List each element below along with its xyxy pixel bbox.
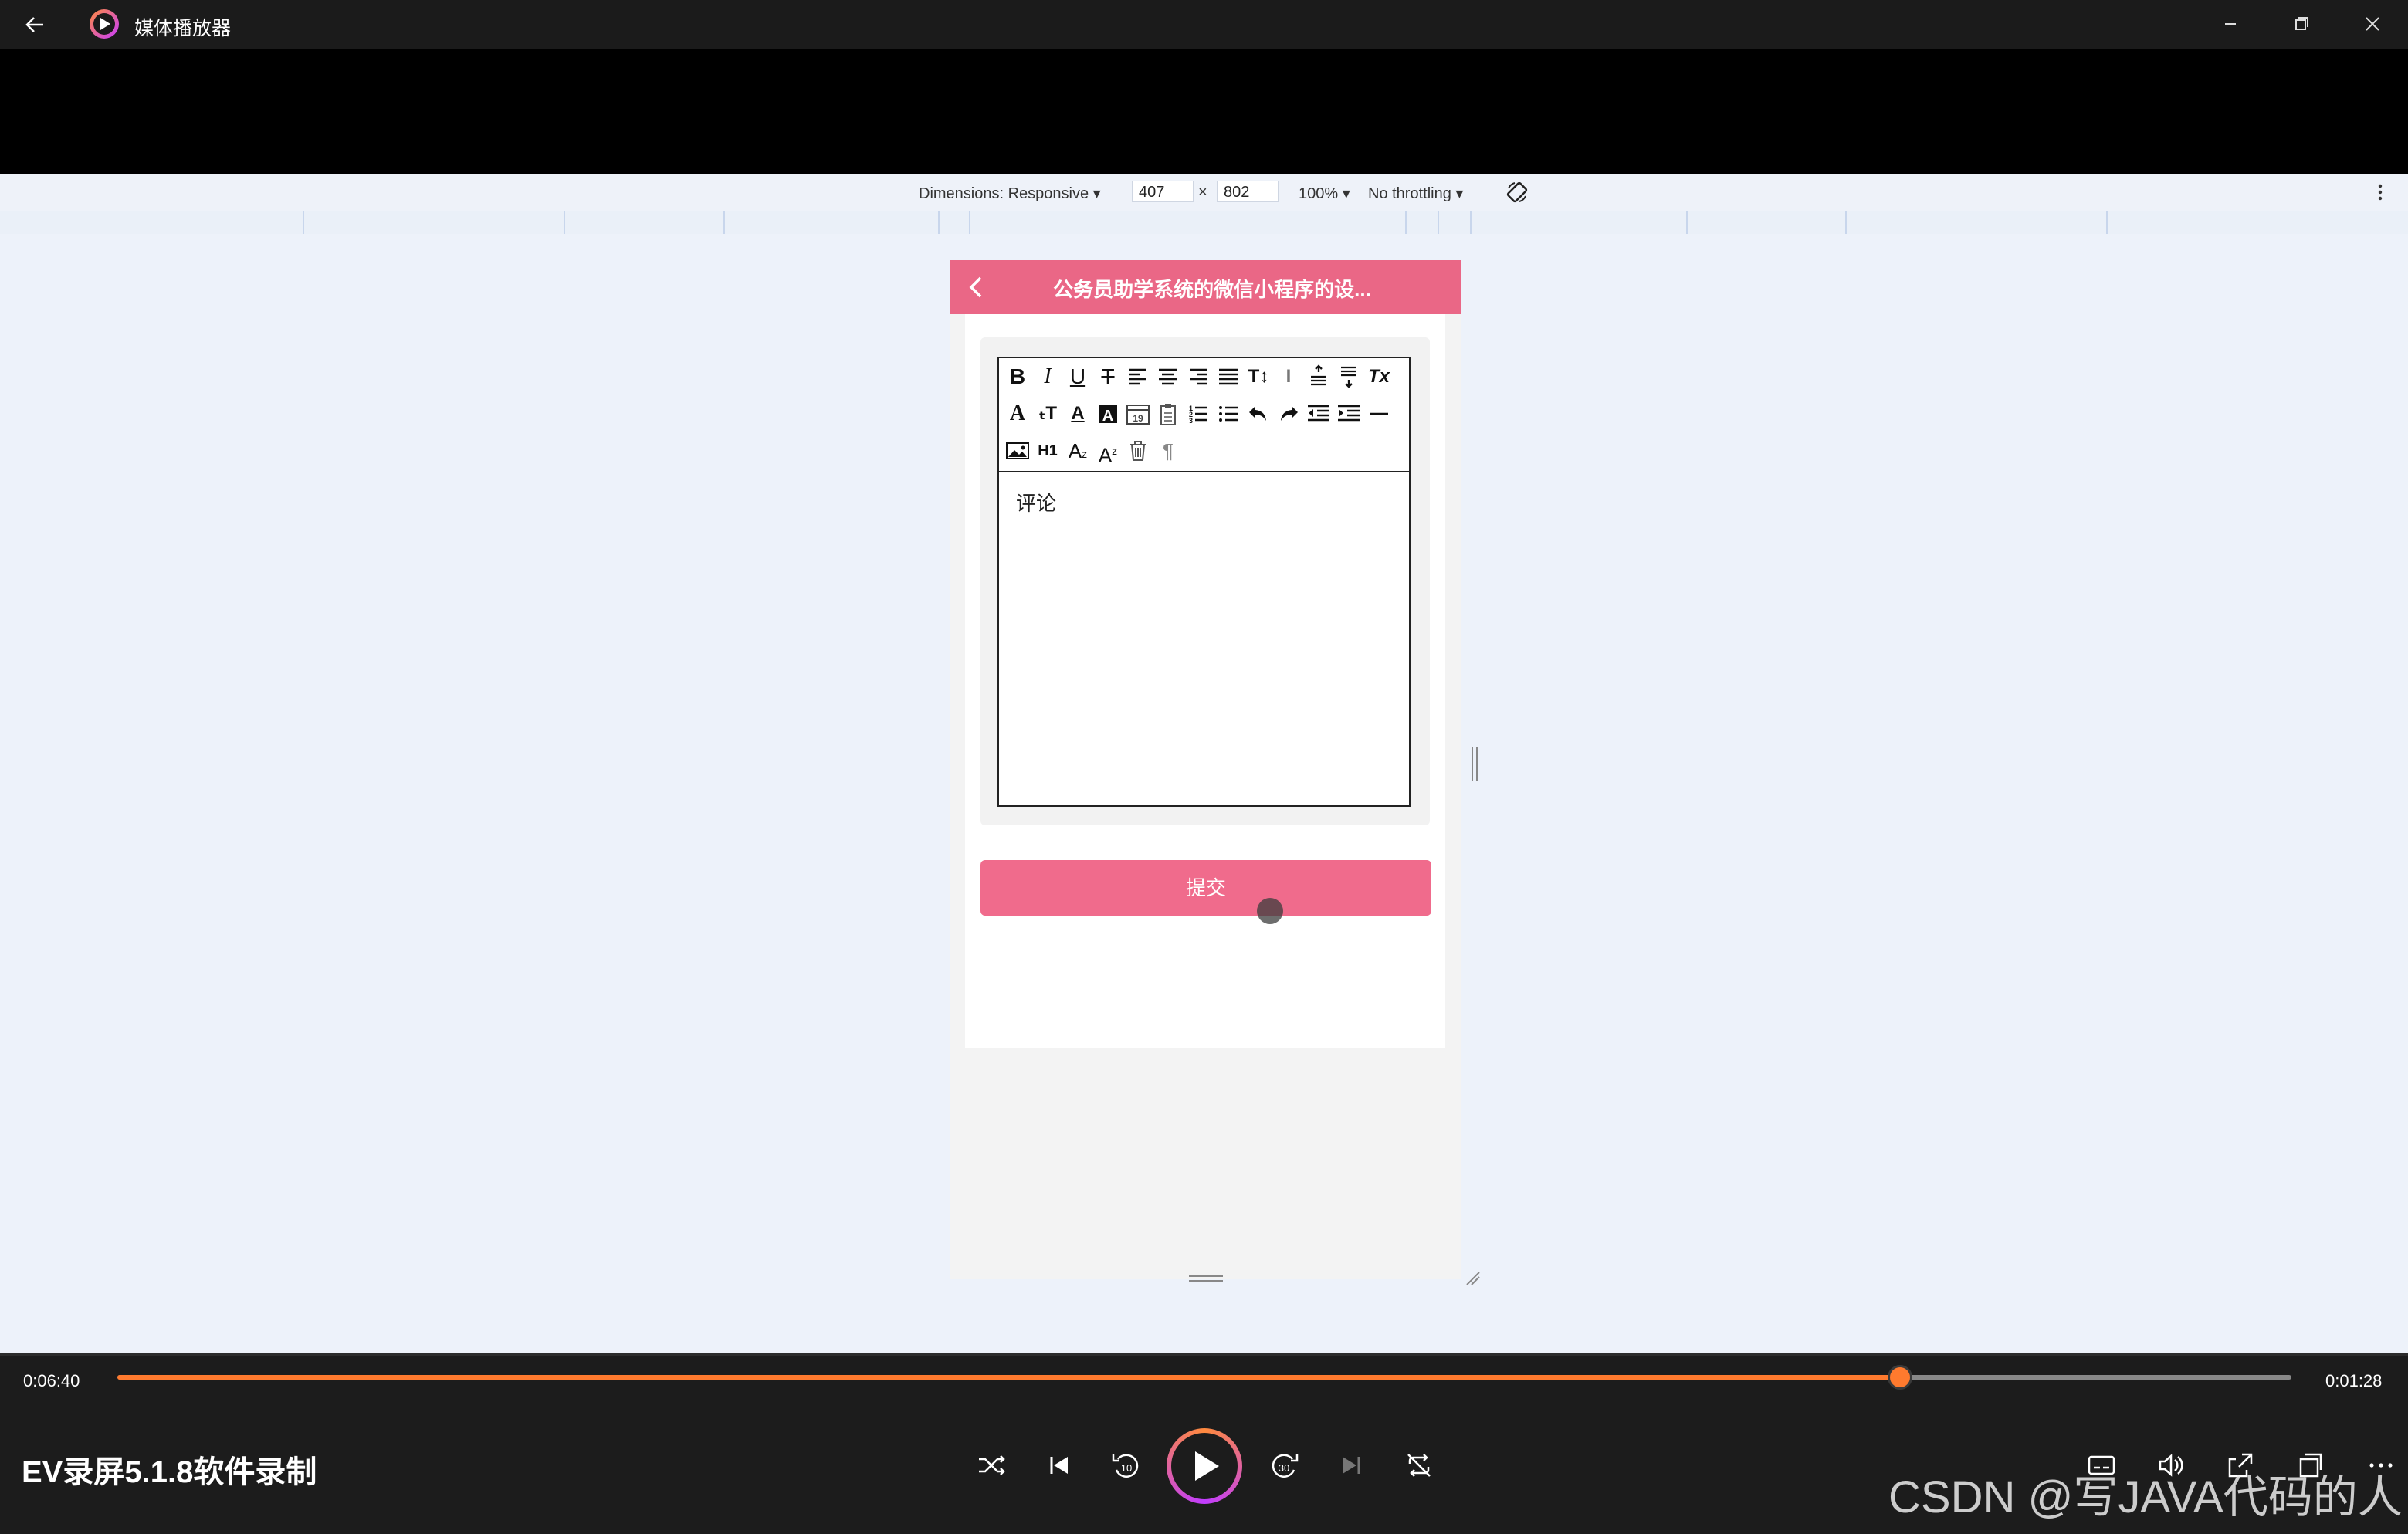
- svg-text:30: 30: [1279, 1462, 1289, 1474]
- restore-icon[interactable]: [2284, 8, 2319, 40]
- window-title: 媒体播放器: [134, 18, 232, 39]
- unordered-list-icon[interactable]: [1214, 400, 1242, 428]
- editor-toolbar: B I U T T↕ I Tx A ₜT A A 19 123 H1 Az Az…: [999, 358, 1409, 472]
- rewind-10-icon[interactable]: 10: [1109, 1448, 1143, 1482]
- submit-button[interactable]: 提交: [980, 860, 1431, 916]
- seek-bar[interactable]: [117, 1365, 2291, 1390]
- shuffle-icon[interactable]: [974, 1448, 1008, 1482]
- heading-icon[interactable]: H1: [1034, 437, 1062, 465]
- text-size-icon[interactable]: ₜT: [1034, 400, 1062, 428]
- elapsed-time: 0:06:40: [23, 1371, 80, 1390]
- svg-text:3: 3: [1189, 417, 1193, 425]
- previous-icon[interactable]: [1042, 1448, 1076, 1482]
- throttling-dropdown[interactable]: No throttling ▾: [1368, 184, 1463, 203]
- clear-format-icon[interactable]: Tx: [1365, 363, 1393, 391]
- align-justify-icon[interactable]: [1214, 363, 1242, 391]
- bold-icon[interactable]: B: [1004, 363, 1031, 391]
- page-nav-bar: 公务员助学系统的微信小程序的设...: [950, 260, 1461, 314]
- more-options-icon[interactable]: [2375, 181, 2386, 203]
- remaining-time: 0:01:28: [2325, 1371, 2383, 1390]
- forward-30-icon[interactable]: 30: [1268, 1448, 1302, 1482]
- title-bar: 媒体播放器: [0, 0, 2408, 49]
- paste-icon[interactable]: [1154, 400, 1182, 428]
- seek-thumb[interactable]: [1888, 1365, 1913, 1390]
- font-size-icon[interactable]: T↕: [1245, 363, 1272, 391]
- zoom-dropdown[interactable]: 100% ▾: [1299, 184, 1350, 203]
- throttling-value: No throttling: [1368, 185, 1451, 202]
- background-color-icon[interactable]: A: [1094, 400, 1122, 428]
- underline-icon[interactable]: U: [1064, 363, 1092, 391]
- outdent-icon[interactable]: [1305, 400, 1333, 428]
- paragraph-icon[interactable]: ¶: [1154, 437, 1182, 465]
- dimensions-dropdown[interactable]: Dimensions: Responsive ▾: [919, 184, 1101, 203]
- nav-back-icon[interactable]: [965, 273, 988, 301]
- media-player-app-icon: [90, 9, 119, 39]
- delete-icon[interactable]: [1124, 437, 1152, 465]
- svg-text:A: A: [1102, 408, 1113, 425]
- play-button[interactable]: [1167, 1428, 1242, 1504]
- resize-height-handle[interactable]: [1189, 1275, 1223, 1282]
- align-left-icon[interactable]: [1124, 363, 1152, 391]
- editor-container: B I U T T↕ I Tx A ₜT A A 19 123 H1 Az Az…: [980, 337, 1430, 825]
- undo-icon[interactable]: [1245, 400, 1272, 428]
- media-query-ruler[interactable]: [0, 211, 2408, 235]
- times-sign: ×: [1198, 184, 1207, 201]
- minimize-icon[interactable]: [2213, 8, 2248, 40]
- rotate-icon[interactable]: [1505, 181, 1529, 204]
- editor-content[interactable]: 评论: [1016, 488, 1056, 516]
- dimensions-label: Dimensions: Responsive: [919, 185, 1089, 202]
- next-icon[interactable]: [1334, 1448, 1368, 1482]
- strikethrough-icon[interactable]: T: [1094, 363, 1122, 391]
- media-title: EV录屏5.1.8软件录制: [22, 1455, 317, 1489]
- space-after-icon[interactable]: [1335, 363, 1363, 391]
- width-input[interactable]: 407: [1132, 181, 1194, 202]
- svg-text:19: 19: [1133, 413, 1143, 424]
- svg-text:10: 10: [1121, 1462, 1132, 1474]
- repeat-off-icon[interactable]: [1402, 1448, 1436, 1482]
- video-letterbox: [0, 49, 2408, 174]
- close-icon[interactable]: [2355, 8, 2390, 40]
- italic-icon[interactable]: I: [1034, 363, 1062, 391]
- subscript-icon[interactable]: Az: [1064, 437, 1092, 465]
- indent-icon[interactable]: [1335, 400, 1363, 428]
- redo-icon[interactable]: [1275, 400, 1302, 428]
- horizontal-rule-icon[interactable]: [1365, 400, 1393, 428]
- font-color-icon[interactable]: A: [1064, 400, 1092, 428]
- resize-width-handle[interactable]: [1472, 747, 1478, 781]
- seek-progress: [117, 1375, 1901, 1380]
- ordered-list-icon[interactable]: 123: [1184, 400, 1212, 428]
- date-icon[interactable]: 19: [1124, 400, 1152, 428]
- superscript-icon[interactable]: Az: [1094, 437, 1122, 467]
- line-height-icon[interactable]: I: [1275, 363, 1302, 391]
- align-right-icon[interactable]: [1184, 363, 1212, 391]
- space-before-icon[interactable]: [1305, 363, 1333, 391]
- rich-text-editor: B I U T T↕ I Tx A ₜT A A 19 123 H1 Az Az…: [997, 357, 1411, 807]
- zoom-value: 100%: [1299, 185, 1339, 202]
- align-center-icon[interactable]: [1154, 363, 1182, 391]
- page-title: 公务员助学系统的微信小程序的设...: [1053, 278, 1371, 301]
- resize-corner-icon[interactable]: [1464, 1269, 1481, 1286]
- mouse-cursor: [1257, 898, 1283, 924]
- image-icon[interactable]: [1004, 437, 1031, 465]
- watermark: CSDN @写JAVA代码的人: [1888, 1472, 2403, 1522]
- device-toolbar: Dimensions: Responsive ▾ 407 × 802 100% …: [0, 174, 2408, 212]
- mobile-page: 公务员助学系统的微信小程序的设... B I U T T↕ I Tx A ₜT …: [950, 260, 1461, 1279]
- height-input[interactable]: 802: [1217, 181, 1279, 202]
- font-icon[interactable]: A: [1004, 400, 1031, 428]
- back-arrow-icon[interactable]: [22, 11, 52, 39]
